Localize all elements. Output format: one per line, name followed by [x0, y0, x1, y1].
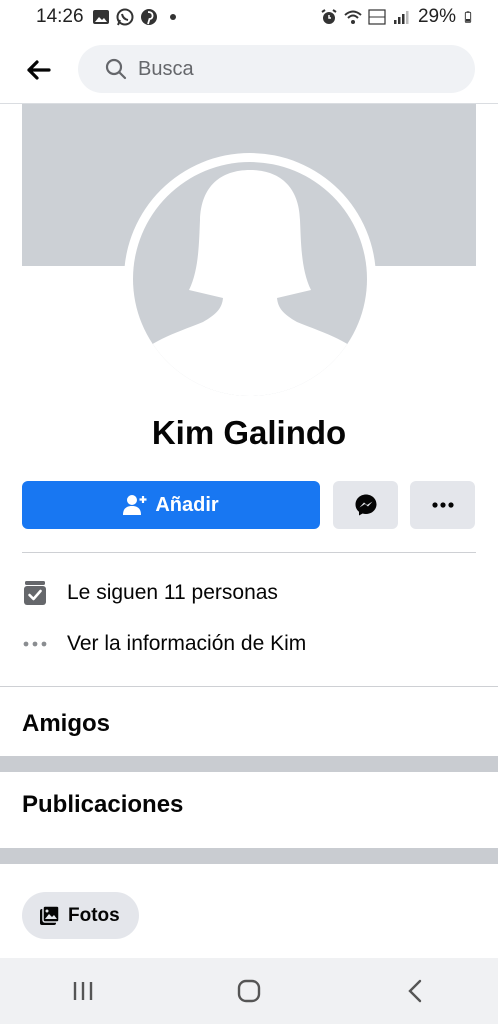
chevron-left-icon — [408, 979, 422, 1003]
messenger-icon — [355, 494, 376, 516]
avatar-placeholder — [133, 162, 367, 396]
alarm-icon — [321, 9, 337, 24]
more-dots-icon — [431, 502, 454, 508]
back-arrow-icon — [27, 60, 51, 80]
system-icons — [320, 8, 410, 26]
wifi-icon — [344, 10, 362, 24]
friends-section-title[interactable]: Amigos — [22, 710, 110, 738]
battery-icon — [464, 11, 472, 23]
divider — [0, 686, 498, 687]
system-nav-bar — [0, 958, 498, 1024]
system-back-button[interactable] — [385, 966, 445, 1016]
more-options-button[interactable] — [410, 481, 475, 529]
photos-icon — [40, 904, 60, 925]
whatsapp-icon — [116, 8, 134, 26]
signal-icon — [393, 11, 409, 24]
profile-picture[interactable] — [124, 153, 376, 405]
gallery-icon — [92, 10, 109, 24]
followers-icon — [22, 580, 48, 606]
default-avatar-silhouette-icon — [135, 170, 365, 396]
ellipsis-icon — [22, 631, 48, 657]
status-bar: 14:26 29% — [0, 0, 498, 34]
pinterest-icon — [140, 9, 157, 25]
posts-section-title: Publicaciones — [22, 791, 184, 818]
back-button[interactable] — [20, 52, 56, 88]
top-bar: Busca — [0, 38, 498, 102]
volte-icon — [368, 9, 386, 25]
search-icon — [105, 58, 127, 80]
status-right: 29% — [320, 6, 476, 28]
status-time: 14:26 — [36, 6, 84, 27]
recent-apps-button[interactable] — [53, 966, 113, 1016]
add-friend-button[interactable]: Añadir — [22, 481, 320, 529]
home-button[interactable] — [219, 966, 279, 1016]
dot-icon — [169, 14, 176, 20]
notification-icons — [92, 8, 182, 26]
section-separator — [0, 756, 498, 772]
see-info-row[interactable]: Ver la información de Kim — [22, 629, 476, 659]
home-icon — [237, 979, 261, 1003]
search-placeholder: Busca — [138, 57, 194, 80]
profile-name: Kim Galindo — [151, 414, 347, 451]
add-friend-label: Añadir — [155, 493, 219, 516]
photos-button[interactable]: Fotos — [22, 892, 139, 939]
see-info-text: Ver la información de Kim — [67, 632, 307, 655]
battery-percent: 29% — [417, 6, 456, 27]
divider — [22, 552, 476, 553]
photos-label: Fotos — [68, 904, 120, 926]
followers-row: Le siguen 11 personas — [22, 578, 476, 608]
message-button[interactable] — [333, 481, 398, 529]
search-bar[interactable]: Busca — [78, 45, 475, 93]
status-left: 14:26 — [36, 6, 182, 28]
followers-text: Le siguen 11 personas — [67, 581, 278, 604]
add-friend-icon — [123, 495, 147, 515]
section-separator — [0, 848, 498, 864]
recent-apps-icon — [73, 982, 93, 1000]
